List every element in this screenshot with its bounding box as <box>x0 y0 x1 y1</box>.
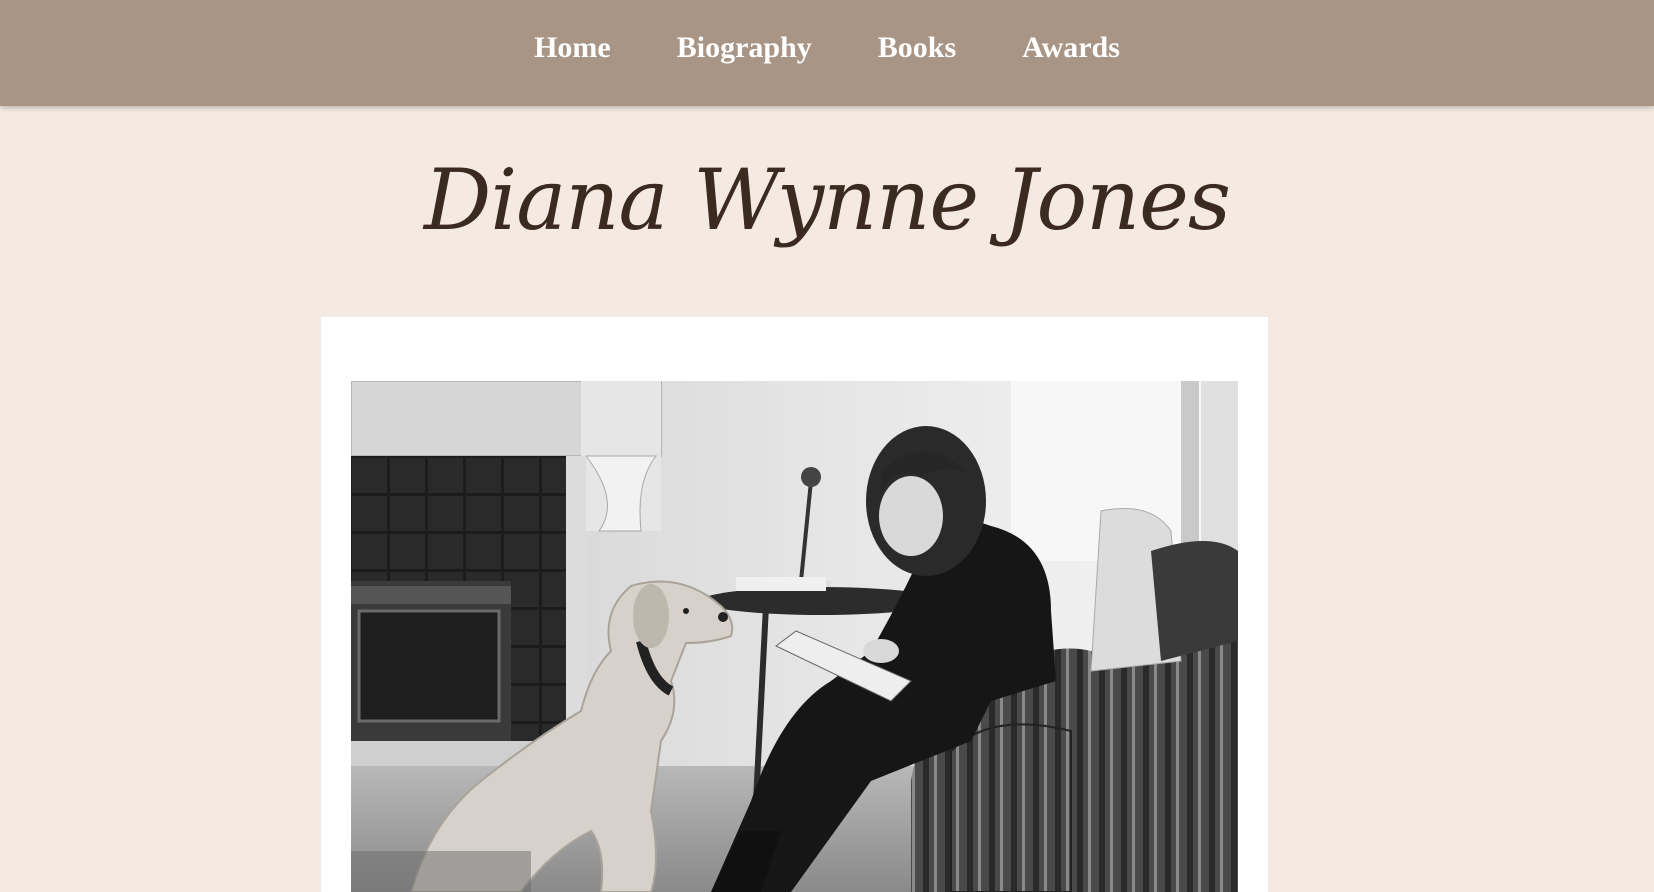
nav-link-home[interactable]: Home <box>534 31 611 65</box>
nav-link-books[interactable]: Books <box>878 31 956 65</box>
nav-link-awards[interactable]: Awards <box>1022 31 1120 65</box>
author-photo <box>351 381 1238 892</box>
top-navigation: Home Biography Books Awards <box>0 0 1654 106</box>
nav-link-biography[interactable]: Biography <box>677 31 812 65</box>
site-title: Diana Wynne Jones <box>424 151 1231 249</box>
photo-card <box>321 317 1268 892</box>
author-photo-illustration <box>351 381 1238 892</box>
